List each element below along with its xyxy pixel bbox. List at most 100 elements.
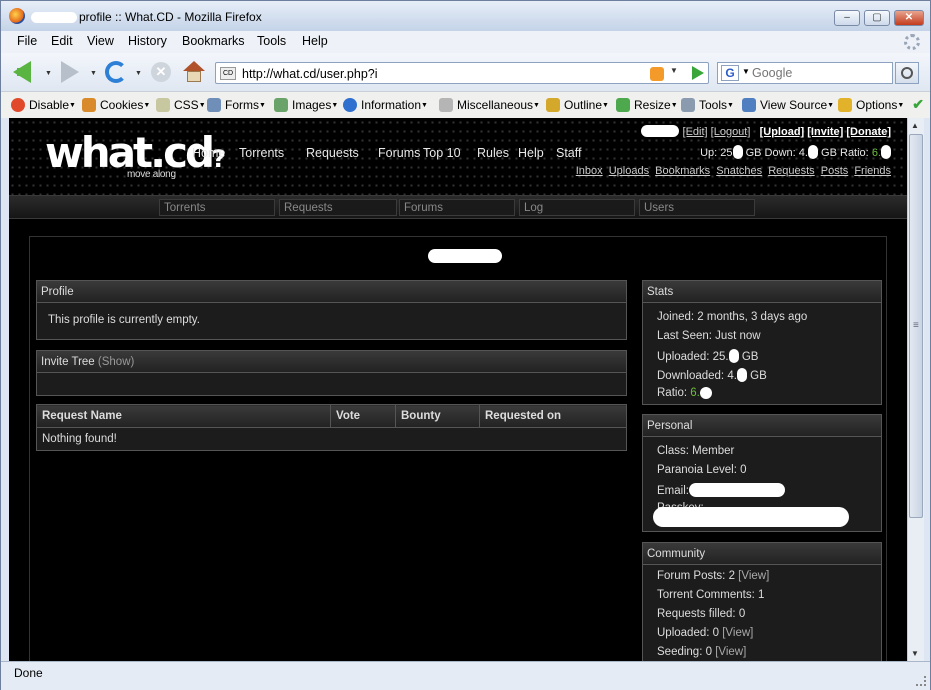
stat-last-seen: Last Seen: Just now <box>657 330 761 342</box>
resize-grip-icon[interactable] <box>916 676 926 686</box>
forward-dropdown-icon[interactable]: ▼ <box>90 70 97 77</box>
throbber-icon <box>904 34 920 50</box>
vertical-scrollbar[interactable]: ▲ ▼ <box>907 118 924 661</box>
col-vote[interactable]: Vote <box>330 404 396 428</box>
nav-forums[interactable]: Forums <box>378 146 420 160</box>
personal-email: Email: <box>657 483 785 497</box>
stop-icon[interactable]: ✕ <box>151 62 171 82</box>
profile-box: Profile This profile is currently empty. <box>36 280 627 340</box>
dev-images[interactable]: Images▼ <box>274 98 338 112</box>
scroll-down-icon[interactable]: ▼ <box>911 649 919 658</box>
navigation-toolbar: ▼ ▼ ▼ ✕ CD http://what.cd/user.php?i ▼ G… <box>1 53 930 91</box>
edit-link[interactable]: [Edit] <box>683 126 708 138</box>
forums-search-input[interactable] <box>399 199 515 216</box>
back-icon[interactable] <box>13 61 31 83</box>
col-requested-on[interactable]: Requested on <box>479 404 627 428</box>
scroll-up-icon[interactable]: ▲ <box>911 121 919 130</box>
menu-bookmarks[interactable]: Bookmarks <box>182 34 245 48</box>
menu-edit[interactable]: Edit <box>51 34 73 48</box>
stats-box: Stats Joined: 2 months, 3 days ago Last … <box>642 280 882 405</box>
search-input[interactable] <box>752 65 890 81</box>
url-history-dropdown-icon[interactable]: ▼ <box>670 66 678 75</box>
reload-icon[interactable] <box>105 61 127 83</box>
menu-help[interactable]: Help <box>302 34 328 48</box>
scrollbar-thumb[interactable] <box>909 134 923 518</box>
window-title: profile :: What.CD - Mozilla Firefox <box>79 10 262 24</box>
table-row: Nothing found! <box>37 428 627 451</box>
users-search-input[interactable] <box>639 199 755 216</box>
dev-css[interactable]: CSS▼ <box>156 98 206 112</box>
firefox-icon <box>9 8 25 24</box>
uploads-link[interactable]: Uploads <box>609 165 649 177</box>
personal-class: Class: Member <box>657 445 735 457</box>
nav-rules[interactable]: Rules <box>477 146 509 160</box>
community-seeding: Seeding: 0 [View] <box>657 646 747 658</box>
snatches-link[interactable]: Snatches <box>716 165 762 177</box>
view-forum-posts-link[interactable]: [View] <box>738 570 769 582</box>
title-bar: profile :: What.CD - Mozilla Firefox – ▢… <box>1 1 930 31</box>
url-bar[interactable]: CD http://what.cd/user.php?i ▼ <box>215 62 709 84</box>
community-uploaded: Uploaded: 0 [View] <box>657 627 754 639</box>
dev-miscellaneous[interactable]: Miscellaneous▼ <box>439 98 540 112</box>
minimize-button[interactable]: – <box>834 10 860 26</box>
home-icon[interactable] <box>183 61 205 83</box>
redacted-username <box>641 125 680 137</box>
dev-outline[interactable]: Outline▼ <box>546 98 609 112</box>
forward-icon[interactable] <box>61 61 79 83</box>
col-request-name[interactable]: Request Name <box>36 404 331 428</box>
menu-view[interactable]: View <box>87 34 114 48</box>
view-seeding-link[interactable]: [View] <box>715 646 746 658</box>
site-identity-icon[interactable]: CD <box>220 67 236 80</box>
go-icon[interactable] <box>692 66 704 80</box>
requests-search-input[interactable] <box>279 199 397 216</box>
redacted-blot <box>384 65 464 82</box>
community-title: Community <box>643 543 881 565</box>
search-button[interactable] <box>895 62 919 84</box>
col-bounty[interactable]: Bounty <box>395 404 480 428</box>
outline-icon <box>546 98 560 112</box>
view-uploaded-link[interactable]: [View] <box>722 627 753 639</box>
nav-help[interactable]: Help <box>518 146 544 160</box>
inbox-link[interactable]: Inbox <box>576 165 603 177</box>
menu-history[interactable]: History <box>128 34 167 48</box>
dev-view-source[interactable]: View Source▼ <box>742 98 834 112</box>
disable-icon <box>11 98 25 112</box>
search-engine-icon[interactable]: G <box>721 65 739 81</box>
nav-staff[interactable]: Staff <box>556 146 581 160</box>
nav-home[interactable]: Home <box>192 146 225 160</box>
web-developer-toolbar: Disable▼ Cookies▼ CSS▼ Forms▼ Images▼ In… <box>1 91 930 118</box>
close-button[interactable]: ✕ <box>894 10 924 26</box>
back-dropdown-icon[interactable]: ▼ <box>45 70 52 77</box>
url-text[interactable]: http://what.cd/user.php?i <box>242 67 378 81</box>
log-search-input[interactable] <box>519 199 635 216</box>
dev-disable[interactable]: Disable▼ <box>11 98 76 112</box>
dev-forms[interactable]: Forms▼ <box>207 98 266 112</box>
resize-icon <box>616 98 630 112</box>
logout-link[interactable]: [Logout] <box>711 126 751 138</box>
menu-tools[interactable]: Tools <box>257 34 286 48</box>
rss-feed-icon[interactable] <box>650 67 664 81</box>
friends-link[interactable]: Friends <box>854 165 891 177</box>
profile-box-title: Profile <box>37 281 626 303</box>
donate-link[interactable]: [Donate] <box>846 126 891 138</box>
nav-requests[interactable]: Requests <box>306 146 359 160</box>
search-box[interactable]: G ▼ <box>717 62 893 84</box>
requests-link[interactable]: Requests <box>768 165 814 177</box>
menu-file[interactable]: File <box>17 34 37 48</box>
invite-tree-show-link[interactable]: (Show) <box>98 356 134 368</box>
upload-link[interactable]: [Upload] <box>760 126 805 138</box>
dev-information[interactable]: Information▼ <box>343 98 428 112</box>
nav-top10[interactable]: Top 10 <box>423 146 461 160</box>
invite-link[interactable]: [Invite] <box>807 126 843 138</box>
reload-dropdown-icon[interactable]: ▼ <box>135 70 142 77</box>
torrents-search-input[interactable] <box>159 199 275 216</box>
dev-options[interactable]: Options▼ <box>838 98 904 112</box>
nav-torrents[interactable]: Torrents <box>239 146 284 160</box>
dev-resize[interactable]: Resize▼ <box>616 98 678 112</box>
bookmarks-link[interactable]: Bookmarks <box>655 165 710 177</box>
dev-cookies[interactable]: Cookies▼ <box>82 98 150 112</box>
maximize-button[interactable]: ▢ <box>864 10 890 26</box>
dev-tools[interactable]: Tools▼ <box>681 98 734 112</box>
posts-link[interactable]: Posts <box>821 165 849 177</box>
search-engine-dropdown-icon[interactable]: ▼ <box>742 67 750 76</box>
